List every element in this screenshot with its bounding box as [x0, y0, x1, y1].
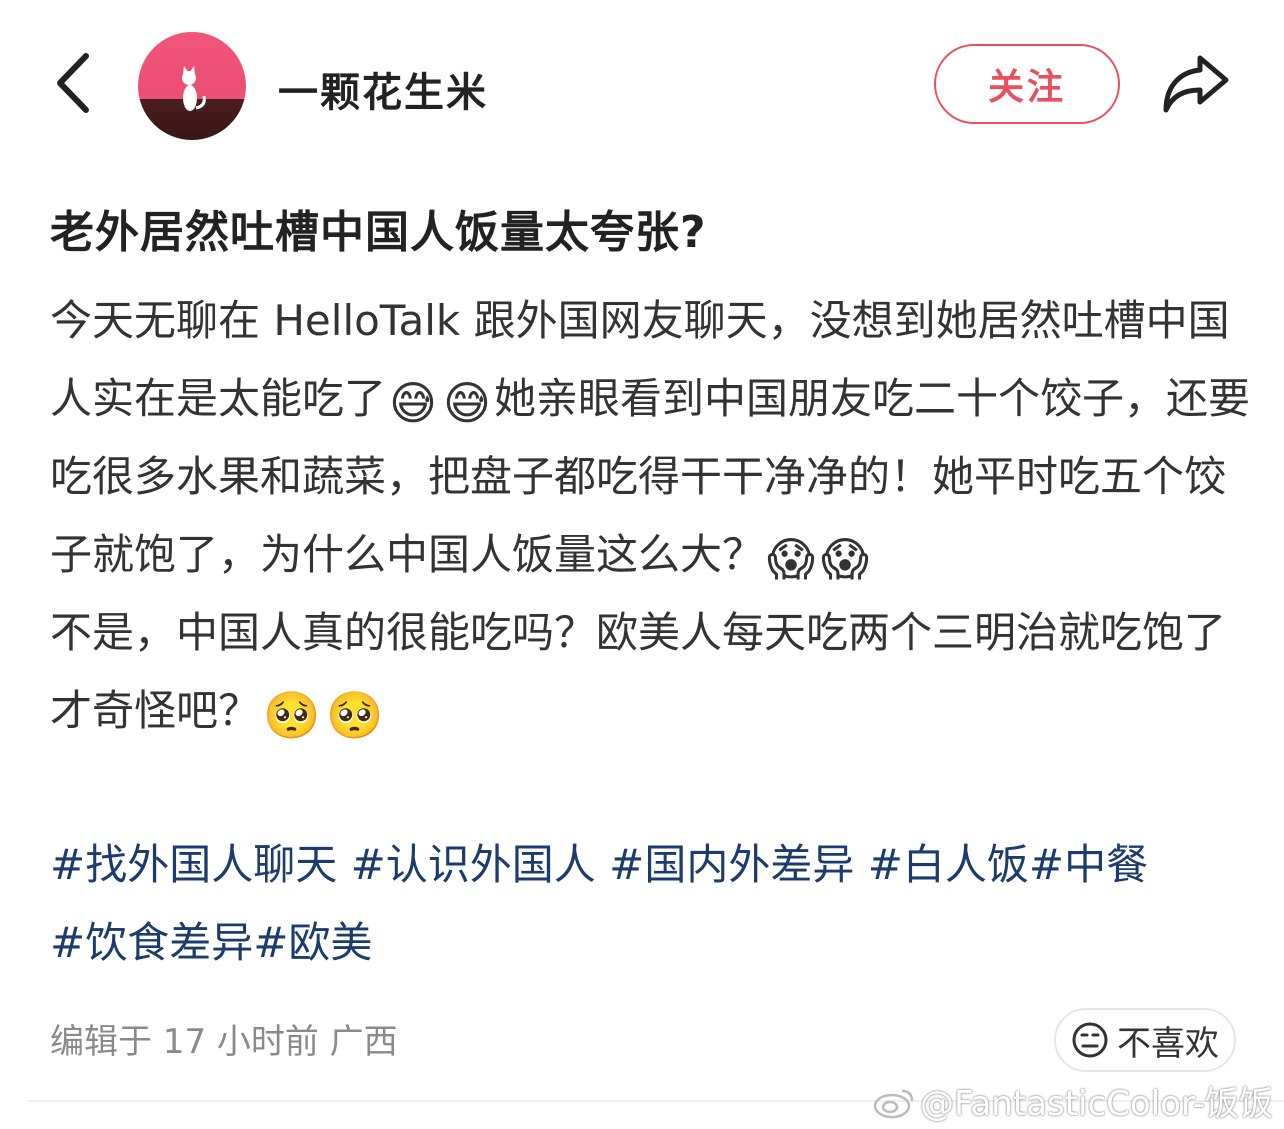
username[interactable]: 一颗花生米 — [278, 60, 488, 118]
paragraph-2: 不是，中国人真的很能吃吗？欧美人每天吃两个三明治就吃饱了才奇怪吧？🥺 🥺 — [50, 594, 1250, 750]
hashtag[interactable]: #找外国人聊天 — [50, 840, 337, 889]
sweat-smile-emoji: 😅 — [442, 376, 491, 430]
sweat-smile-emoji: 😅 — [389, 376, 437, 430]
follow-button[interactable]: 关注 — [934, 44, 1120, 124]
post-title: 老外居然吐槽中国人饭量太夸张? — [50, 207, 707, 258]
post-content: 今天无聊在 HelloTalk 跟外国网友聊天，没想到她居然吐槽中国人实在是太能… — [50, 282, 1250, 750]
scream-emoji: 😱 — [820, 532, 869, 586]
hashtag-list: #找外国人聊天 #认识外国人 #国内外差异 #白人饭#中餐 #饮食差异#欧美 — [50, 826, 1250, 982]
back-button[interactable] — [50, 48, 100, 118]
share-button[interactable] — [1160, 50, 1232, 116]
hashtag[interactable]: #白人饭 — [868, 840, 1029, 889]
header: 一颗花生米 关注 — [0, 0, 1284, 170]
cat-icon — [182, 66, 206, 111]
paragraph-2-text: 不是，中国人真的很能吃吗？欧美人每天吃两个三明治就吃饱了才奇怪吧？ — [50, 608, 1227, 735]
watermark: @FantasticColor-饭饭 — [872, 1076, 1273, 1125]
pleading-face-emoji: 🥺 — [263, 688, 321, 742]
post-meta: 编辑于 17 小时前 广西 — [50, 1022, 398, 1062]
avatar[interactable] — [138, 32, 246, 140]
hashtag[interactable]: #饮食差异 — [50, 918, 253, 967]
dislike-label: 不喜欢 — [1117, 1023, 1219, 1064]
hashtag[interactable]: #欧美 — [253, 918, 372, 967]
paragraph-1: 今天无聊在 HelloTalk 跟外国网友聊天，没想到她居然吐槽中国人实在是太能… — [50, 282, 1250, 594]
chevron-left-icon — [57, 53, 89, 113]
scream-emoji: 😱 — [767, 532, 815, 586]
hashtag[interactable]: #国内外差异 — [609, 840, 854, 889]
hashtag[interactable]: #认识外国人 — [351, 840, 596, 889]
dislike-button[interactable]: 不喜欢 — [1054, 1008, 1236, 1072]
unhappy-face-icon — [1072, 1022, 1108, 1058]
watermark-text: @FantasticColor-饭饭 — [920, 1084, 1274, 1124]
hashtag[interactable]: #中餐 — [1029, 840, 1148, 889]
weibo-logo-icon — [873, 1089, 914, 1119]
pleading-face-emoji: 🥺 — [326, 688, 384, 742]
share-icon — [1163, 55, 1229, 113]
